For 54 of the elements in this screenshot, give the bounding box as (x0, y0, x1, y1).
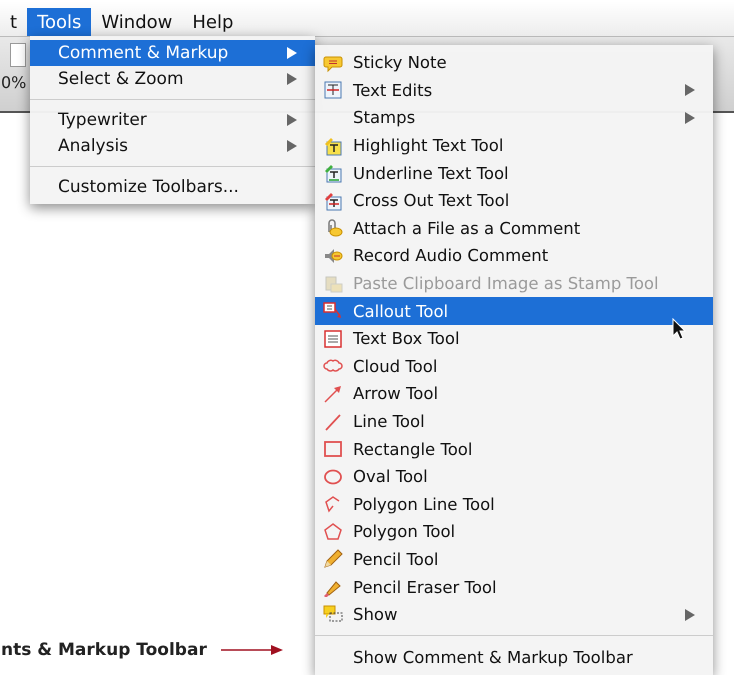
menu-item[interactable]: Arrow Tool (315, 380, 713, 408)
mouse-pointer-icon (672, 318, 686, 340)
line-icon (323, 412, 343, 432)
menu-item[interactable]: Analysis (30, 133, 315, 159)
menu-item[interactable]: Underline Text Tool (315, 159, 713, 187)
menu-item[interactable]: Text Edits (315, 76, 713, 104)
rectangle-icon (323, 439, 343, 460)
menu-bar-item[interactable]: t (0, 8, 28, 36)
menu-item[interactable]: Text Box Tool (315, 324, 713, 353)
menu-bar-item[interactable]: Window (91, 8, 182, 36)
menu-item[interactable]: Polygon Tool (315, 518, 713, 546)
menu-item[interactable]: Typewriter (30, 107, 315, 133)
menu-item[interactable]: Comment & Markup (30, 40, 315, 66)
text-box-icon (323, 328, 343, 349)
oval-icon (323, 466, 343, 487)
pencil-icon (323, 549, 343, 570)
menu-item[interactable]: Callout Tool (315, 297, 713, 325)
menu-item[interactable]: Pencil Eraser Tool (315, 573, 713, 601)
menu-item[interactable]: Cloud Tool (315, 352, 713, 380)
submenu-arrow-icon (287, 140, 297, 152)
menu-bar-item[interactable]: Tools (27, 8, 92, 36)
strikeout-text-icon (323, 190, 343, 211)
document-icon[interactable] (10, 43, 26, 67)
callout-arrow (220, 645, 283, 655)
menu-item[interactable]: Record Audio Comment (315, 242, 713, 270)
submenu-arrow-icon (287, 114, 297, 126)
menu-item[interactable]: Oval Tool (315, 462, 713, 490)
menu-item[interactable]: Rectangle Tool (315, 435, 713, 463)
text-edit-icon (323, 80, 343, 100)
arrow-icon (323, 384, 343, 404)
menu-item[interactable]: Cross Out Text Tool (315, 186, 713, 215)
menu-item[interactable]: Attach a File as a Comment (315, 214, 713, 242)
menu-item[interactable]: Line Tool (315, 408, 713, 436)
menu-item[interactable]: Sticky Note (315, 49, 713, 77)
zoom-value[interactable]: 0% (1, 73, 26, 92)
menu-item[interactable]: Pencil Tool (315, 546, 713, 574)
submenu-arrow-icon (685, 84, 695, 96)
callout-label: nts & Markup Toolbar (1, 640, 207, 660)
menu-item[interactable]: Polygon Line Tool (315, 490, 713, 518)
underline-text-icon (323, 163, 343, 184)
menu-item[interactable]: Show Comment & Markup Toolbar (315, 643, 713, 672)
clipboard-icon (323, 274, 343, 294)
highlight-text-icon (323, 136, 343, 156)
menu-item[interactable]: Stamps (315, 104, 713, 132)
submenu-arrow-icon (685, 608, 695, 621)
menu-item[interactable]: Customize Toolbars... (30, 174, 315, 200)
submenu-arrow-icon (287, 73, 297, 85)
submenu-arrow-icon (287, 47, 297, 59)
menu-item[interactable]: Show (315, 600, 713, 628)
menu-item[interactable]: Highlight Text Tool (315, 132, 713, 160)
menu-bar-item[interactable]: Help (182, 8, 244, 36)
submenu-arrow-icon (685, 112, 695, 124)
menu-item[interactable]: Select & Zoom (30, 66, 315, 92)
pentagon-icon (323, 522, 343, 542)
